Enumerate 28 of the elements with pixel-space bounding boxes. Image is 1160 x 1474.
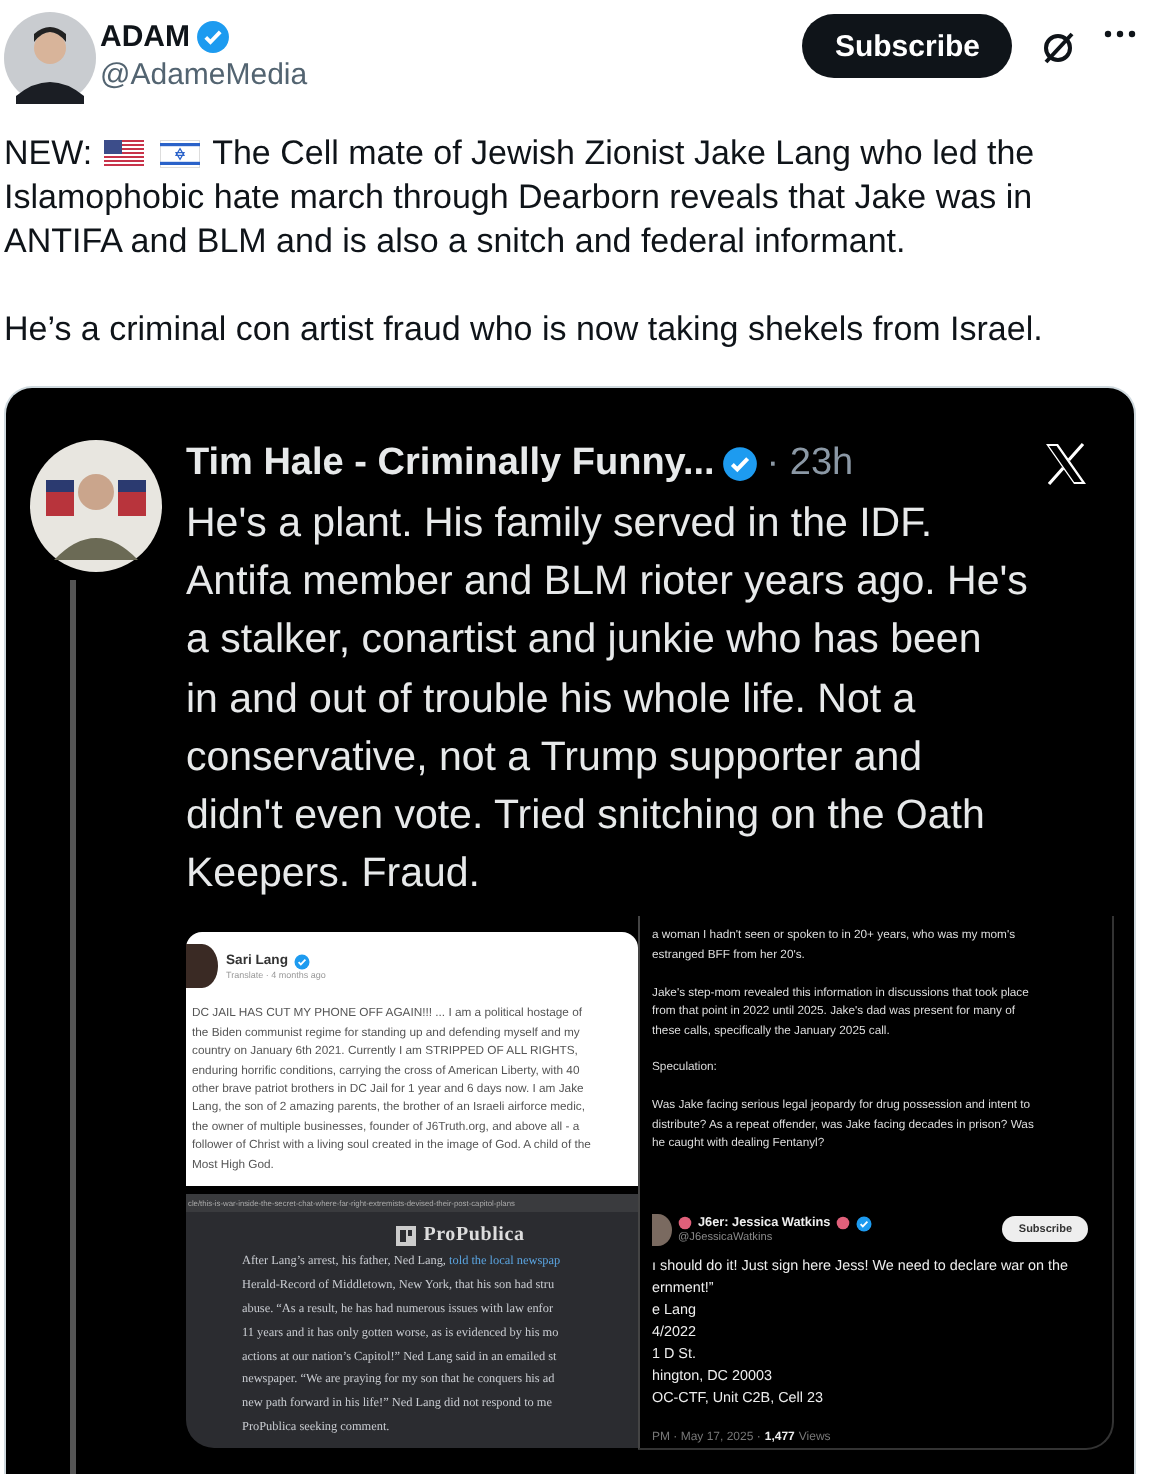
brand-name: ProPublica [423, 1224, 525, 1247]
post-text: The Cell mate of Jewish Zionist Jake Lang who led the [212, 132, 1035, 176]
avatar [30, 440, 162, 572]
quoted-text-line: Antifa member and BLM rioter years ago. He's [186, 556, 1030, 609]
author-handle[interactable]: @AdameMedia [100, 58, 308, 92]
israel-flag-icon [160, 140, 201, 168]
avatar [652, 1213, 672, 1246]
quoted-text-line: Keepers. Fraud. [186, 848, 482, 901]
slashed-circle-icon[interactable] [1040, 30, 1076, 66]
avatar[interactable] [4, 12, 96, 104]
post-time: · 23h [766, 442, 854, 486]
us-flag-icon [104, 140, 145, 168]
quoted-text-line: a stalker, conartist and junkie who has been [186, 614, 984, 667]
post-text: NEW: [4, 132, 93, 176]
media-image[interactable] [4, 386, 1136, 1474]
avatar [186, 944, 218, 989]
logo-icon [395, 1225, 416, 1246]
quoted-text-line: in and out of trouble his whole life. Not a [186, 673, 918, 726]
quoted-text-line: He's a plant. His family served in the IDF. [186, 498, 935, 550]
quoted-author-name: Tim Hale - Criminally Funny... [186, 442, 715, 486]
post-text: He’s a criminal con artist fraud who is now taking shekels from Israel. [4, 308, 1045, 352]
x-logo-icon [1042, 440, 1090, 488]
more-icon[interactable] [1104, 30, 1136, 38]
author-name[interactable]: ADAM [100, 20, 190, 54]
subscribe-button[interactable]: Subscribe [802, 14, 1012, 78]
quoted-text-line: conservative, not a Trump supporter and [186, 731, 925, 784]
post-text: Islamophobic hate march through Dearborn reveals that Jake was in ANTIFA and BLM and is also a snitch and federal informant. [4, 176, 1035, 264]
quoted-text-line: didn't even vote. Tried snitching on the Oath [186, 790, 987, 843]
